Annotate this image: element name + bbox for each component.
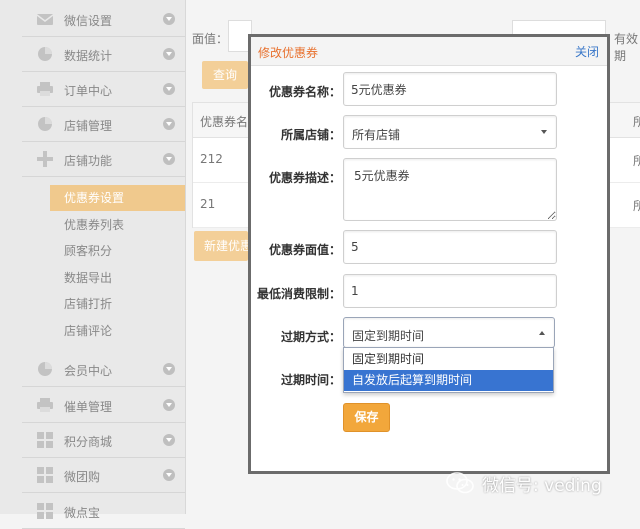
sidebar-subitem-store-reviews[interactable]: 店铺评论 xyxy=(50,318,185,344)
dropdown-option-fixed-date[interactable]: 固定到期时间 xyxy=(344,349,553,370)
printer-icon xyxy=(37,398,53,412)
dropdown-option-from-issue[interactable]: 自发放后起算到期时间 xyxy=(344,370,553,391)
sidebar-item-orders[interactable]: 订单中心 xyxy=(22,72,185,107)
sidebar: 微信设置 数据统计 订单中心 店铺管理 店铺功能 优惠券设置 优惠券列表 顾客积… xyxy=(0,0,186,529)
sidebar-subitem-coupon-list[interactable]: 优惠券列表 xyxy=(50,212,185,238)
sidebar-subitem-store-discount[interactable]: 店铺打折 xyxy=(50,291,185,317)
store-select[interactable]: 所有店铺 xyxy=(343,115,557,149)
sidebar-item-label: 店铺管理 xyxy=(64,119,113,133)
dialog-header: 修改优惠券 关闭 xyxy=(251,37,607,66)
sidebar-item-store-functions[interactable]: 店铺功能 xyxy=(22,142,185,177)
sidebar-item-label: 微团购 xyxy=(64,470,101,484)
chevron-down-icon xyxy=(163,434,175,446)
query-button[interactable]: 查询 xyxy=(202,61,248,89)
column-header-store: 所 xyxy=(633,115,640,129)
chevron-down-icon xyxy=(163,153,175,165)
sidebar-item-wei-dian-bao[interactable]: 微点宝 xyxy=(22,494,185,529)
sidebar-item-label: 微点宝 xyxy=(64,506,101,520)
plus-icon xyxy=(37,151,53,167)
new-coupon-button[interactable]: 新建优惠券 xyxy=(194,231,248,261)
sidebar-item-label: 店铺功能 xyxy=(64,154,113,168)
row-store: 所 xyxy=(633,199,640,213)
dialog-title: 修改优惠券 xyxy=(258,46,319,60)
pie-chart-icon xyxy=(38,47,52,61)
coupon-name-input[interactable] xyxy=(343,72,557,106)
sidebar-subitem-coupon-settings[interactable]: 优惠券设置 xyxy=(50,185,185,211)
caret-up-icon xyxy=(539,331,545,335)
sidebar-item-wechat-settings[interactable]: 微信设置 xyxy=(22,2,185,37)
row-store: 所 xyxy=(633,154,640,168)
save-button[interactable]: 保存 xyxy=(343,403,390,432)
coupon-description-label: 优惠券描述： xyxy=(268,171,341,185)
sidebar-item-statistics[interactable]: 数据统计 xyxy=(22,37,185,72)
pie-chart-icon xyxy=(38,117,52,131)
grid-icon xyxy=(37,503,53,519)
face-value-input[interactable] xyxy=(343,230,557,264)
chevron-down-icon xyxy=(163,83,175,95)
min-spend-input[interactable] xyxy=(343,274,557,308)
chevron-down-icon xyxy=(163,363,175,375)
sidebar-item-label: 会员中心 xyxy=(64,364,113,378)
caret-down-icon xyxy=(541,130,547,134)
sidebar-item-reminders[interactable]: 催单管理 xyxy=(22,388,185,423)
expire-mode-select-value: 固定到期时间 xyxy=(352,329,425,343)
expire-mode-dropdown: 固定到期时间 自发放后起算到期时间 xyxy=(343,347,554,393)
coupon-description-textarea[interactable]: 5元优惠券 xyxy=(343,158,557,221)
face-value-filter-label: 面值： xyxy=(192,32,229,46)
sidebar-item-label: 数据统计 xyxy=(64,49,113,63)
wechat-logo-icon xyxy=(446,472,474,494)
sidebar-item-points-mall[interactable]: 积分商城 xyxy=(22,423,185,458)
sidebar-item-label: 微信设置 xyxy=(64,14,113,28)
sidebar-item-label: 积分商城 xyxy=(64,435,113,449)
chevron-down-icon xyxy=(163,13,175,25)
expire-mode-label: 过期方式： xyxy=(280,330,341,344)
expire-time-label: 过期时间： xyxy=(280,373,341,387)
expire-mode-select[interactable]: 固定到期时间 xyxy=(343,317,555,348)
watermark-text: 微信号: veding xyxy=(482,476,602,496)
grid-icon xyxy=(37,467,53,483)
row-id: 21 xyxy=(200,197,216,211)
sidebar-subitem-customer-points[interactable]: 顾客积分 xyxy=(50,238,185,264)
store-label: 所属店铺： xyxy=(280,128,341,142)
sidebar-item-store-management[interactable]: 店铺管理 xyxy=(22,107,185,142)
pie-chart-icon xyxy=(38,362,52,376)
printer-icon xyxy=(37,82,53,96)
min-spend-label: 最低消费限制： xyxy=(256,287,341,301)
sidebar-item-label: 订单中心 xyxy=(64,84,113,98)
sidebar-item-label: 催单管理 xyxy=(64,400,113,414)
row-id: 212 xyxy=(200,152,223,166)
sidebar-item-members[interactable]: 会员中心 xyxy=(22,352,185,387)
sidebar-item-group-buy[interactable]: 微团购 xyxy=(22,458,185,493)
sidebar-subitem-data-export[interactable]: 数据导出 xyxy=(50,265,185,291)
store-select-value: 所有店铺 xyxy=(352,128,401,142)
close-button[interactable]: 关闭 xyxy=(575,43,599,60)
grid-icon xyxy=(37,432,53,448)
chevron-down-icon xyxy=(163,48,175,60)
face-value-label: 优惠券面值： xyxy=(268,243,341,257)
coupon-name-label: 优惠券名称： xyxy=(268,85,341,99)
chevron-down-icon xyxy=(163,469,175,481)
chevron-down-icon xyxy=(163,399,175,411)
expiry-filter-label: 有效期 xyxy=(614,32,639,63)
chevron-down-icon xyxy=(163,118,175,130)
envelope-icon xyxy=(36,14,54,25)
